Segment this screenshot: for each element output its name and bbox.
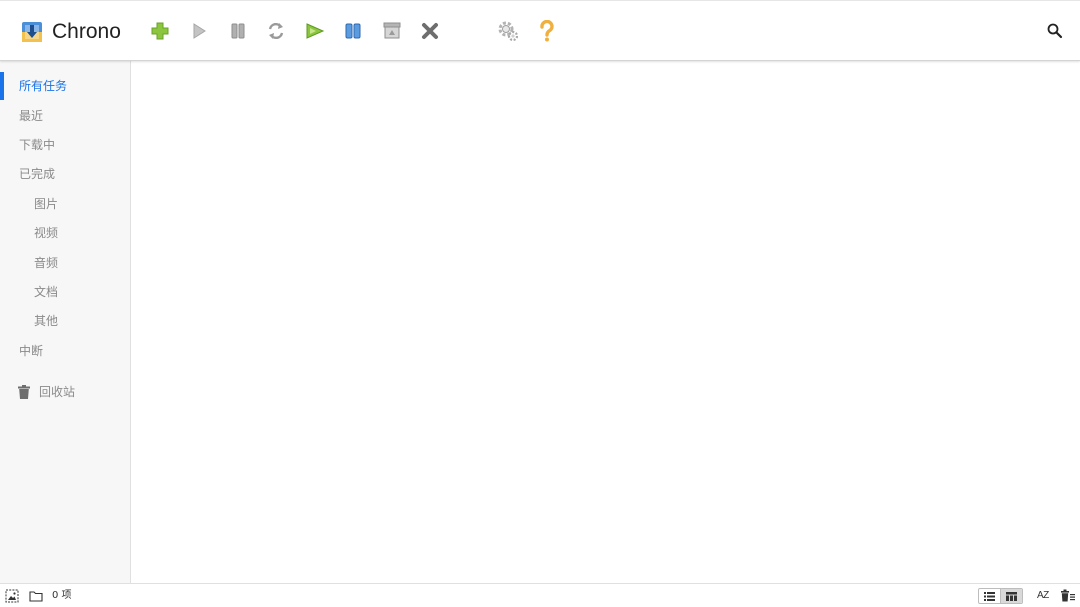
sidebar-item-images[interactable]: 图片 <box>0 190 130 218</box>
add-task-button[interactable] <box>148 19 172 43</box>
sidebar-item-label: 其他 <box>34 314 59 328</box>
pause-icon <box>231 23 245 39</box>
sidebar-item-documents[interactable]: 文档 <box>0 278 130 306</box>
app-window: Chrono 所有任务 最近 下载中 已完成 图片 视频 音频 文档 其他 中断… <box>0 0 1080 607</box>
sidebar-item-label: 最近 <box>19 109 44 123</box>
start-all-button[interactable] <box>303 19 327 43</box>
sidebar-item-label: 所有任务 <box>19 79 68 93</box>
trash-icon <box>18 385 30 399</box>
sidebar-item-label: 中断 <box>19 344 44 358</box>
play-icon <box>193 23 206 39</box>
sort-button[interactable]: AZ <box>1037 589 1051 603</box>
pause-all-icon <box>345 23 361 39</box>
list-icon <box>984 591 996 601</box>
retry-button[interactable] <box>264 19 288 43</box>
sidebar-item-other[interactable]: 其他 <box>0 307 130 335</box>
pause-all-button[interactable] <box>341 19 365 43</box>
sidebar-item-label: 音频 <box>34 256 59 270</box>
gear-icon <box>498 21 519 42</box>
task-count: 0 项 <box>52 590 72 601</box>
status-bar: 0 项 AZ <box>0 583 1080 607</box>
folder-icon[interactable] <box>29 589 43 603</box>
sidebar-item-label: 图片 <box>34 197 59 211</box>
plus-icon <box>151 22 169 40</box>
brand: Chrono <box>22 20 121 44</box>
clear-trash-icon[interactable] <box>1061 589 1075 603</box>
toolbar: Chrono <box>0 0 1080 61</box>
sidebar: 所有任务 最近 下载中 已完成 图片 视频 音频 文档 其他 中断 回收站 <box>0 61 131 583</box>
sidebar-item-completed[interactable]: 已完成 <box>0 160 130 188</box>
sidebar-item-label: 文档 <box>34 285 59 299</box>
search-icon <box>1047 23 1063 39</box>
sidebar-item-all-tasks[interactable]: 所有任务 <box>0 72 130 100</box>
refresh-icon <box>268 22 284 40</box>
question-icon <box>540 20 554 42</box>
play-all-icon <box>306 23 325 39</box>
view-toggle <box>978 588 1023 604</box>
sidebar-item-label: 下载中 <box>19 138 56 152</box>
sidebar-item-label: 视频 <box>34 226 59 240</box>
search-button[interactable] <box>1045 21 1065 41</box>
sidebar-item-downloading[interactable]: 下载中 <box>0 131 130 159</box>
screenshot-icon[interactable] <box>5 589 19 603</box>
delete-button[interactable] <box>418 19 442 43</box>
start-button[interactable] <box>187 19 211 43</box>
sidebar-item-recent[interactable]: 最近 <box>0 102 130 130</box>
list-view-button[interactable] <box>979 589 1000 603</box>
settings-button[interactable] <box>496 19 520 43</box>
grid-view-button[interactable] <box>1000 589 1022 603</box>
table-icon <box>1006 591 1018 601</box>
sidebar-item-interrupted[interactable]: 中断 <box>0 337 130 365</box>
pause-button[interactable] <box>226 19 250 43</box>
help-button[interactable] <box>535 19 559 43</box>
app-title: Chrono <box>52 20 121 43</box>
task-list <box>132 61 1080 583</box>
close-icon <box>422 23 438 39</box>
sidebar-item-trash[interactable]: 回收站 <box>0 378 130 406</box>
archive-icon <box>383 22 401 39</box>
sidebar-item-videos[interactable]: 视频 <box>0 219 130 247</box>
chrono-logo-icon <box>22 22 42 42</box>
clear-button[interactable] <box>380 19 404 43</box>
sidebar-item-audio[interactable]: 音频 <box>0 249 130 277</box>
sidebar-item-label: 已完成 <box>19 167 56 181</box>
sidebar-item-label: 回收站 <box>39 385 76 399</box>
